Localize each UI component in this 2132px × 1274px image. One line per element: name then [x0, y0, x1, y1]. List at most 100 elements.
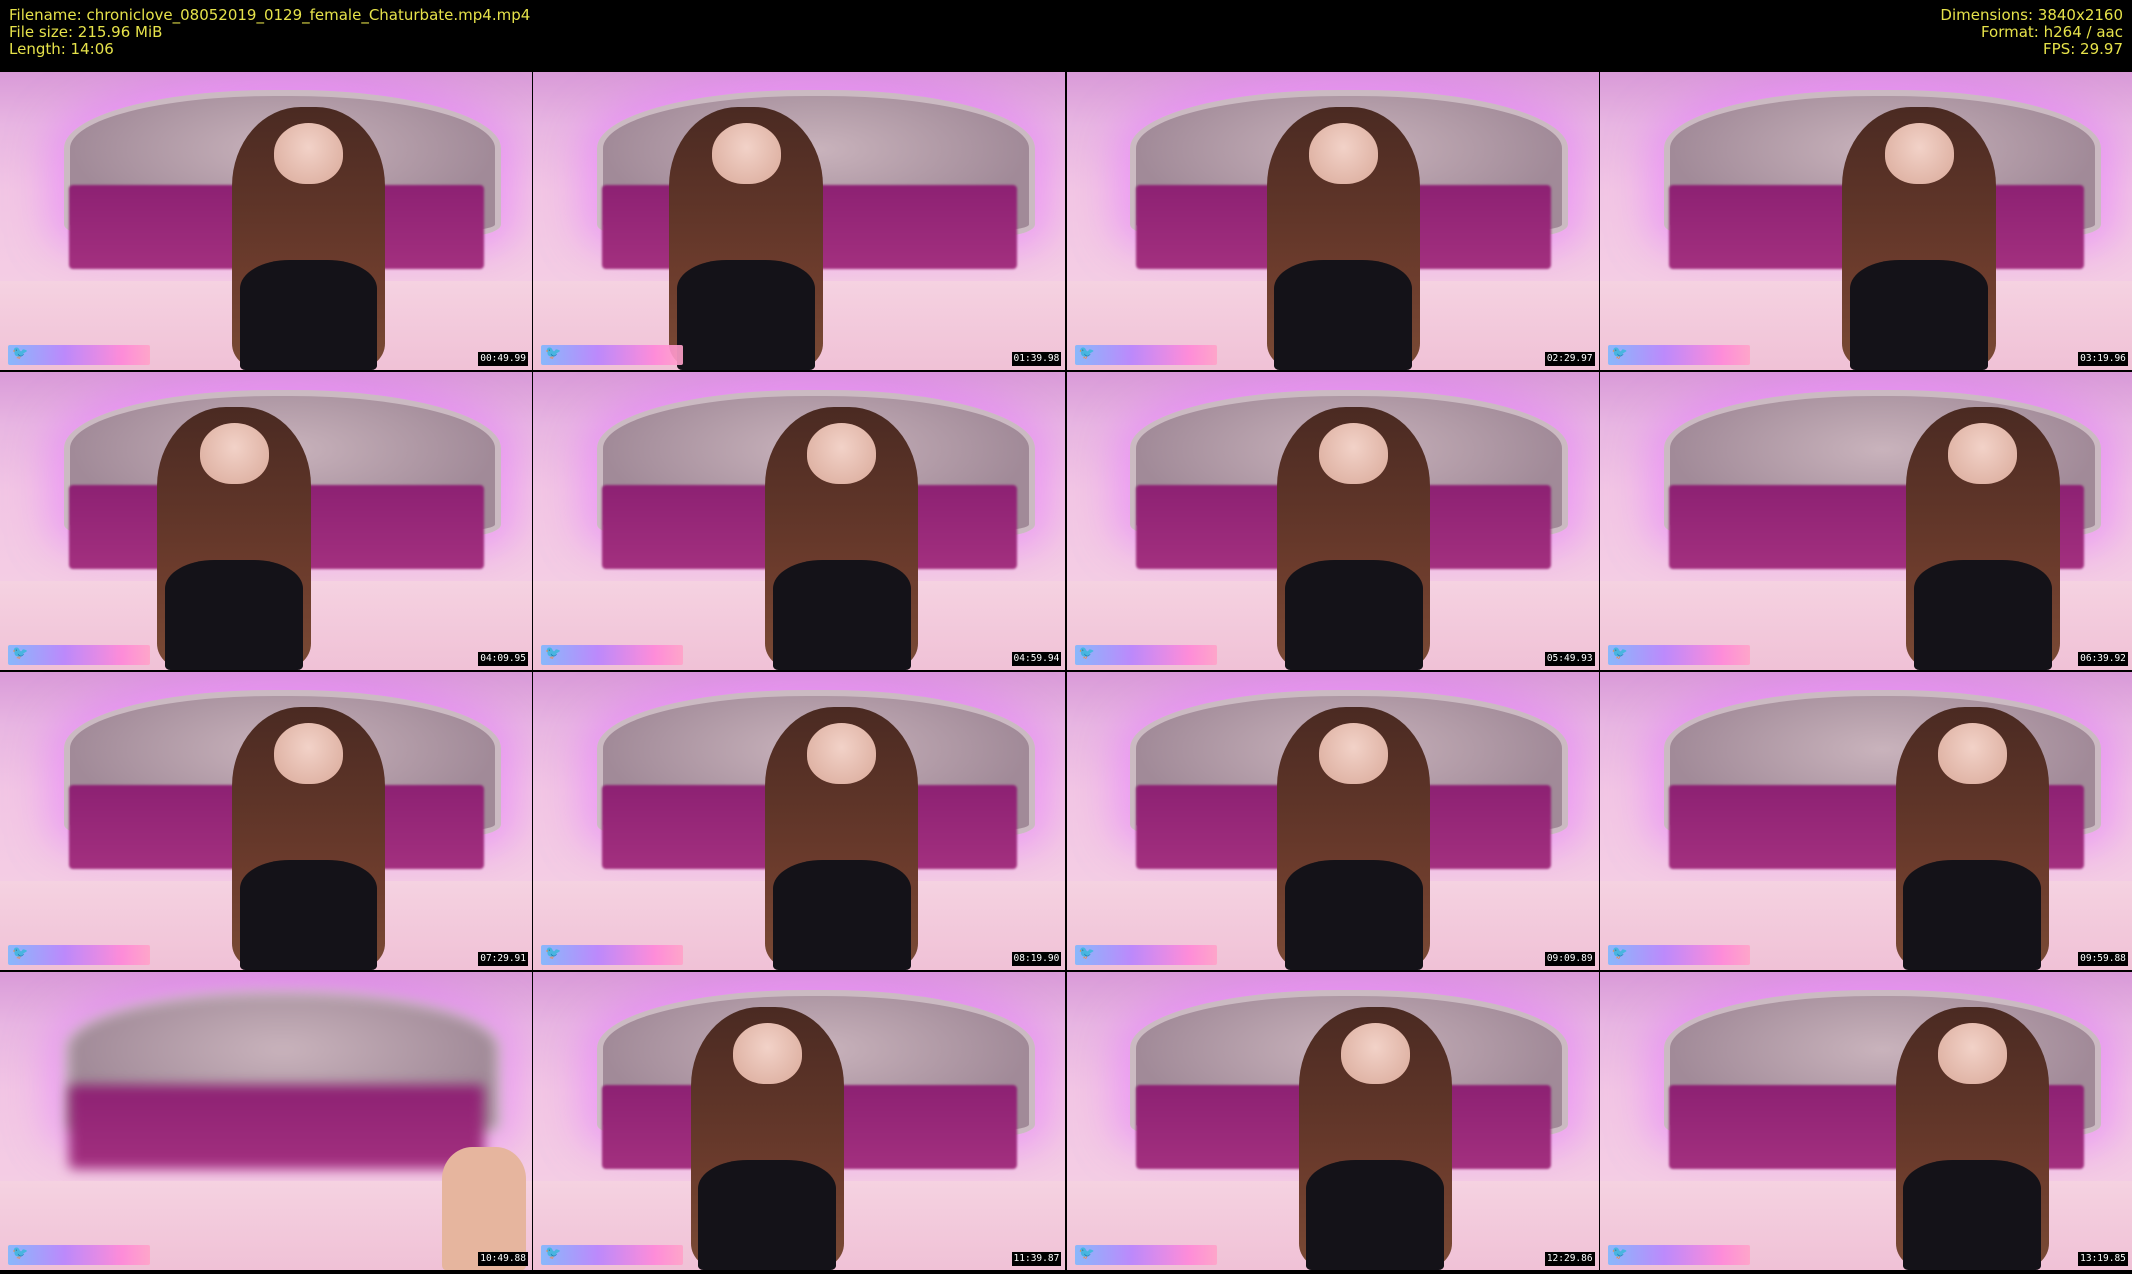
video-thumbnail[interactable]: 🐦 08:19.90 [533, 672, 1066, 970]
thumbnail-frame [1599, 372, 2132, 670]
twitter-bird-icon: 🐦 [12, 1246, 29, 1261]
video-thumbnail[interactable]: 🐦 02:29.97 [1066, 72, 1599, 370]
watermark-logo: 🐦 [1074, 345, 1217, 365]
thumbnail-frame [1066, 372, 1599, 670]
watermark-logo: 🐦 [1074, 645, 1217, 665]
person-figure [426, 996, 532, 1270]
video-thumbnail[interactable]: 🐦 10:49.88 [0, 972, 532, 1270]
watermark-logo: 🐦 [1607, 345, 1750, 365]
person-figure [746, 396, 938, 670]
timestamp-label: 12:29.86 [1544, 1252, 1595, 1266]
video-thumbnail[interactable]: 🐦 04:09.95 [0, 372, 532, 670]
black-top [239, 860, 378, 970]
timestamp-label: 00:49.99 [478, 352, 528, 366]
timestamp-label: 06:39.92 [2078, 652, 2128, 666]
thumbnail-frame [1599, 72, 2132, 370]
person-figure [1887, 396, 2079, 670]
watermark-logo: 🐦 [1074, 1245, 1217, 1265]
thumbnail-frame [0, 672, 532, 970]
timestamp-label: 09:59.88 [2078, 952, 2128, 966]
face [1319, 723, 1389, 784]
person-figure [1877, 696, 2069, 970]
watermark-logo: 🐦 [8, 345, 150, 365]
face [1937, 1023, 2007, 1084]
filename-text: Filename: chroniclove_08052019_0129_fema… [9, 6, 531, 24]
black-top [1274, 260, 1413, 370]
face [199, 423, 269, 484]
video-thumbnail[interactable]: 🐦 09:09.89 [1066, 672, 1599, 970]
black-top [1306, 1160, 1445, 1270]
timestamp-label: 09:09.89 [1544, 952, 1595, 966]
video-thumbnail[interactable]: 🐦 13:19.85 [1599, 972, 2132, 1270]
twitter-bird-icon: 🐦 [545, 646, 562, 661]
thumbnail-frame [533, 72, 1066, 370]
thumbnail-grid: 🐦 00:49.99 🐦 01:39.98 🐦 02:29.97 🐦 03:19.96 🐦 04:… [0, 72, 2132, 1274]
thumbnail-frame [0, 372, 532, 670]
twitter-bird-icon: 🐦 [1078, 646, 1095, 661]
twitter-bird-icon: 🐦 [1611, 946, 1629, 961]
format-text: Format: h264 / aac [1980, 23, 2123, 41]
timestamp-label: 05:49.93 [1544, 652, 1595, 666]
face [274, 123, 344, 184]
thumbnail-frame [0, 72, 532, 370]
fps-text: FPS: 29.97 [2043, 40, 2123, 58]
person-figure [1258, 696, 1450, 970]
thumbnail-frame [1599, 672, 2132, 970]
video-thumbnail[interactable]: 🐦 06:39.92 [1599, 372, 2132, 670]
face [1948, 423, 2018, 484]
thumbnail-frame [1066, 672, 1599, 970]
video-thumbnail[interactable]: 🐦 04:59.94 [533, 372, 1066, 670]
timestamp-label: 10:49.88 [478, 1252, 528, 1266]
face [1884, 123, 1954, 184]
face [711, 123, 781, 184]
dimensions-text: Dimensions: 3840x2160 [1940, 6, 2123, 24]
timestamp-label: 07:29.91 [478, 952, 528, 966]
face [274, 723, 344, 784]
person-figure [213, 696, 405, 970]
person-figure [1877, 996, 2069, 1270]
twitter-bird-icon: 🐦 [1078, 346, 1095, 361]
twitter-bird-icon: 🐦 [12, 946, 29, 961]
twitter-bird-icon: 🐦 [1611, 346, 1629, 361]
timestamp-label: 13:19.85 [2078, 1252, 2128, 1266]
black-top [772, 560, 911, 670]
video-thumbnail[interactable]: 🐦 09:59.88 [1599, 672, 2132, 970]
twitter-bird-icon: 🐦 [1078, 946, 1095, 961]
face [1308, 123, 1378, 184]
twitter-bird-icon: 🐦 [1611, 646, 1629, 661]
thumbnail-frame [533, 672, 1066, 970]
thumbnail-frame [533, 372, 1066, 670]
thumbnail-frame [1066, 972, 1599, 1270]
video-thumbnail[interactable]: 🐦 03:19.96 [1599, 72, 2132, 370]
video-thumbnail[interactable]: 🐦 07:29.91 [0, 672, 532, 970]
timestamp-label: 08:19.90 [1011, 952, 1062, 966]
black-top [698, 1160, 837, 1270]
twitter-bird-icon: 🐦 [545, 346, 562, 361]
watermark-logo: 🐦 [1074, 945, 1217, 965]
person-figure [1247, 96, 1439, 370]
twitter-bird-icon: 🐦 [1611, 1246, 1629, 1261]
face [1340, 1023, 1410, 1084]
face [807, 723, 877, 784]
video-thumbnail[interactable]: 🐦 05:49.93 [1066, 372, 1599, 670]
person-figure [138, 396, 330, 670]
timestamp-label: 02:29.97 [1544, 352, 1595, 366]
person-figure [213, 96, 405, 370]
video-thumbnail[interactable]: 🐦 12:29.86 [1066, 972, 1599, 1270]
video-thumbnail[interactable]: 🐦 01:39.98 [533, 72, 1066, 370]
black-top [1284, 560, 1423, 670]
video-thumbnail[interactable]: 🐦 11:39.87 [533, 972, 1066, 1270]
face [807, 423, 877, 484]
person-figure [1823, 96, 2015, 370]
length-text: Length: 14:06 [9, 40, 114, 58]
black-top [165, 560, 303, 670]
black-top [677, 260, 816, 370]
black-top [772, 860, 911, 970]
watermark-logo: 🐦 [1607, 945, 1750, 965]
black-top [1284, 860, 1423, 970]
timestamp-label: 04:09.95 [478, 652, 528, 666]
thumbnail-frame [1066, 72, 1599, 370]
metadata-header: Filename: chroniclove_08052019_0129_fema… [0, 0, 2132, 72]
twitter-bird-icon: 🐦 [12, 346, 29, 361]
video-thumbnail[interactable]: 🐦 00:49.99 [0, 72, 532, 370]
